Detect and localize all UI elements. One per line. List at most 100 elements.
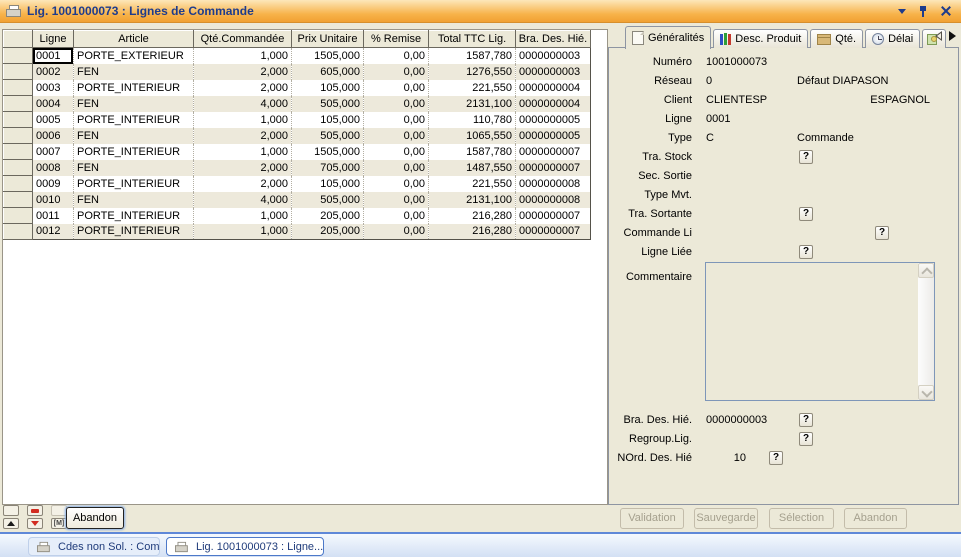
row-selector[interactable]: [4, 208, 33, 224]
cell-bra[interactable]: 0000000007: [516, 160, 591, 176]
nav-up-button[interactable]: [3, 518, 19, 529]
row-selector[interactable]: [4, 176, 33, 192]
cell-prix[interactable]: 105,000: [292, 176, 364, 192]
help-button[interactable]: ?: [769, 451, 783, 465]
cell-ligne[interactable]: 0005: [33, 112, 74, 128]
cell-qte[interactable]: 1,000: [194, 224, 292, 240]
taskbar-tab-cdes-non-sol[interactable]: Cdes non Sol. : Comma...: [28, 537, 160, 556]
row-selector[interactable]: [4, 112, 33, 128]
row-selector[interactable]: [4, 128, 33, 144]
cell-qte[interactable]: 2,000: [194, 64, 292, 80]
cell-total[interactable]: 1587,780: [429, 144, 516, 160]
cell-prix[interactable]: 505,000: [292, 192, 364, 208]
nav-blank-disabled-button[interactable]: [51, 505, 67, 516]
cell-remise[interactable]: 0,00: [364, 48, 429, 64]
cell-remise[interactable]: 0,00: [364, 64, 429, 80]
window-titlebar[interactable]: Lig. 1001000073 : Lignes de Commande: [0, 0, 961, 23]
row-selector[interactable]: [4, 96, 33, 112]
cell-bra[interactable]: 0000000007: [516, 224, 591, 240]
cell-qte[interactable]: 2,000: [194, 128, 292, 144]
cell-remise[interactable]: 0,00: [364, 176, 429, 192]
table-row[interactable]: 0005 PORTE_INTERIEUR 1,000 105,000 0,00 …: [4, 112, 591, 128]
cell-qte[interactable]: 2,000: [194, 160, 292, 176]
tab-delai[interactable]: Délai: [865, 29, 920, 48]
cell-qte[interactable]: 2,000: [194, 176, 292, 192]
cell-remise[interactable]: 0,00: [364, 224, 429, 240]
table-row[interactable]: 0004 FEN 4,000 505,000 0,00 2131,100 000…: [4, 96, 591, 112]
cell-total[interactable]: 1587,780: [429, 48, 516, 64]
sauvegarde-button[interactable]: Sauvegarde: [694, 508, 758, 529]
cell-remise[interactable]: 0,00: [364, 208, 429, 224]
cell-article[interactable]: PORTE_EXTERIEUR: [74, 48, 194, 64]
cell-ligne[interactable]: 0010: [33, 192, 74, 208]
cell-remise[interactable]: 0,00: [364, 192, 429, 208]
cell-remise[interactable]: 0,00: [364, 112, 429, 128]
cell-ligne[interactable]: 0007: [33, 144, 74, 160]
cell-remise[interactable]: 0,00: [364, 144, 429, 160]
row-selector[interactable]: [4, 160, 33, 176]
cell-qte[interactable]: 1,000: [194, 208, 292, 224]
row-selector[interactable]: [4, 144, 33, 160]
cell-total[interactable]: 221,550: [429, 80, 516, 96]
cell-total[interactable]: 2131,100: [429, 192, 516, 208]
cell-prix[interactable]: 1505,000: [292, 48, 364, 64]
table-row[interactable]: 0006 FEN 2,000 505,000 0,00 1065,550 000…: [4, 128, 591, 144]
nav-goto-button[interactable]: [M]: [51, 518, 67, 529]
table-row[interactable]: 0010 FEN 4,000 505,000 0,00 2131,100 000…: [4, 192, 591, 208]
cell-total[interactable]: 2131,100: [429, 96, 516, 112]
cell-bra[interactable]: 0000000004: [516, 96, 591, 112]
cell-prix[interactable]: 705,000: [292, 160, 364, 176]
cell-total[interactable]: 216,280: [429, 224, 516, 240]
cell-bra[interactable]: 0000000008: [516, 176, 591, 192]
cell-prix[interactable]: 205,000: [292, 224, 364, 240]
nav-delete-line-button[interactable]: [27, 505, 43, 516]
taskbar-tab-lignes-commande[interactable]: Lig. 1001000073 : Ligne...: [166, 537, 324, 556]
cell-qte[interactable]: 1,000: [194, 48, 292, 64]
cell-prix[interactable]: 205,000: [292, 208, 364, 224]
cell-remise[interactable]: 0,00: [364, 80, 429, 96]
cell-remise[interactable]: 0,00: [364, 128, 429, 144]
cell-qte[interactable]: 4,000: [194, 96, 292, 112]
cell-ligne[interactable]: 0011: [33, 208, 74, 224]
cell-article[interactable]: PORTE_INTERIEUR: [74, 224, 194, 240]
cell-ligne[interactable]: 0008: [33, 160, 74, 176]
scroll-up-icon[interactable]: [918, 263, 934, 278]
cell-prix[interactable]: 105,000: [292, 112, 364, 128]
cell-ligne[interactable]: 0003: [33, 80, 74, 96]
cell-bra[interactable]: 0000000003: [516, 48, 591, 64]
cell-article[interactable]: FEN: [74, 160, 194, 176]
table-row[interactable]: 0003 PORTE_INTERIEUR 2,000 105,000 0,00 …: [4, 80, 591, 96]
cell-ligne[interactable]: 0009: [33, 176, 74, 192]
tab-generalites[interactable]: Généralités: [625, 26, 711, 49]
cell-article[interactable]: FEN: [74, 96, 194, 112]
cell-ligne[interactable]: 0006: [33, 128, 74, 144]
help-button[interactable]: ?: [799, 150, 813, 164]
tab-qte[interactable]: Qté.: [810, 29, 863, 48]
collapse-icon[interactable]: [898, 9, 906, 14]
cell-bra[interactable]: 0000000007: [516, 144, 591, 160]
cell-article[interactable]: PORTE_INTERIEUR: [74, 176, 194, 192]
row-selector[interactable]: [4, 80, 33, 96]
cell-article[interactable]: PORTE_INTERIEUR: [74, 208, 194, 224]
row-selector[interactable]: [4, 192, 33, 208]
cell-bra[interactable]: 0000000007: [516, 208, 591, 224]
cell-article[interactable]: PORTE_INTERIEUR: [74, 80, 194, 96]
cell-prix[interactable]: 505,000: [292, 96, 364, 112]
cell-total[interactable]: 1276,550: [429, 64, 516, 80]
table-row[interactable]: 0007 PORTE_INTERIEUR 1,000 1505,000 0,00…: [4, 144, 591, 160]
cell-article[interactable]: FEN: [74, 192, 194, 208]
cell-article[interactable]: PORTE_INTERIEUR: [74, 144, 194, 160]
table-row[interactable]: 0011 PORTE_INTERIEUR 1,000 205,000 0,00 …: [4, 208, 591, 224]
row-selector[interactable]: [4, 48, 33, 64]
validation-button[interactable]: Validation: [620, 508, 684, 529]
cell-article[interactable]: FEN: [74, 64, 194, 80]
cell-bra[interactable]: 0000000005: [516, 112, 591, 128]
cell-qte[interactable]: 1,000: [194, 112, 292, 128]
cell-bra[interactable]: 0000000004: [516, 80, 591, 96]
scroll-down-icon[interactable]: [918, 385, 934, 400]
help-button[interactable]: ?: [875, 226, 889, 240]
cell-prix[interactable]: 1505,000: [292, 144, 364, 160]
tab-scroll-left-icon[interactable]: [935, 31, 942, 41]
cell-total[interactable]: 1487,550: [429, 160, 516, 176]
cell-ligne[interactable]: 0004: [33, 96, 74, 112]
